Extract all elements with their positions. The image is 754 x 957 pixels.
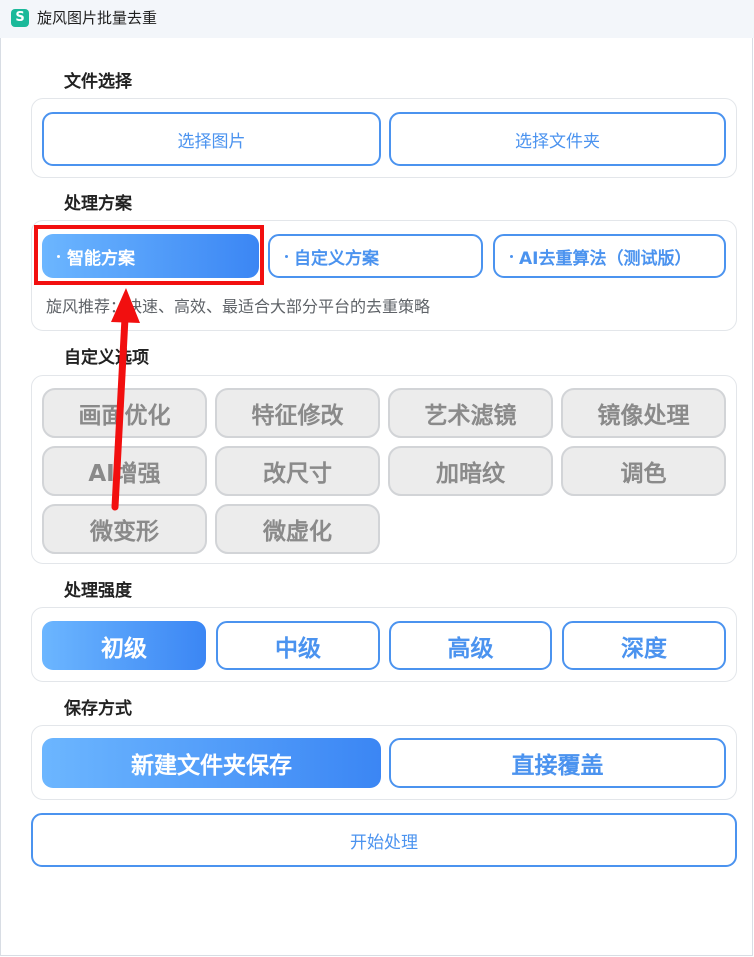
unselected-dot-icon: [285, 255, 288, 258]
scheme-smart-button[interactable]: 智能方案: [42, 234, 259, 278]
scheme-description: 旋风推荐：快速、高效、最适合大部分平台的去重策略: [46, 297, 431, 316]
custom-option-button[interactable]: 改尺寸: [215, 446, 380, 496]
select-images-button[interactable]: 选择图片: [42, 112, 381, 166]
custom-option-button[interactable]: 加暗纹: [388, 446, 553, 496]
custom-options-title: 自定义选项: [64, 348, 149, 368]
scheme-ai-label: AI去重算法（测试版）: [519, 248, 692, 269]
scheme-custom-button[interactable]: 自定义方案: [268, 234, 483, 278]
custom-option-button[interactable]: AI增强: [42, 446, 207, 496]
custom-option-button[interactable]: 画面优化: [42, 388, 207, 438]
custom-option-button[interactable]: 特征修改: [215, 388, 380, 438]
custom-option-button[interactable]: 艺术滤镜: [388, 388, 553, 438]
unselected-dot-icon: [510, 255, 513, 258]
save-overwrite-button[interactable]: 直接覆盖: [389, 738, 726, 788]
custom-option-button[interactable]: 微虚化: [215, 504, 380, 554]
custom-option-button[interactable]: 调色: [561, 446, 726, 496]
custom-option-button[interactable]: 微变形: [42, 504, 207, 554]
scheme-smart-label: 智能方案: [67, 248, 135, 269]
selected-dot-icon: [57, 255, 60, 258]
strength-deep-button[interactable]: 深度: [562, 621, 726, 670]
select-folder-button[interactable]: 选择文件夹: [389, 112, 726, 166]
strength-title: 处理强度: [64, 581, 132, 601]
window-title: 旋风图片批量去重: [37, 9, 158, 27]
strength-medium-button[interactable]: 中级: [216, 621, 380, 670]
file-select-title: 文件选择: [64, 72, 132, 92]
title-bar: S 旋风图片批量去重: [0, 0, 754, 38]
strength-basic-button[interactable]: 初级: [42, 621, 206, 670]
scheme-title: 处理方案: [64, 194, 132, 214]
start-processing-button[interactable]: 开始处理: [31, 813, 737, 867]
save-new-folder-button[interactable]: 新建文件夹保存: [42, 738, 381, 788]
save-title: 保存方式: [64, 699, 132, 719]
strength-high-button[interactable]: 高级: [389, 621, 552, 670]
scheme-ai-button[interactable]: AI去重算法（测试版）: [493, 234, 726, 278]
custom-option-button[interactable]: 镜像处理: [561, 388, 726, 438]
app-logo-icon: S: [11, 9, 29, 27]
scheme-custom-label: 自定义方案: [294, 248, 379, 269]
